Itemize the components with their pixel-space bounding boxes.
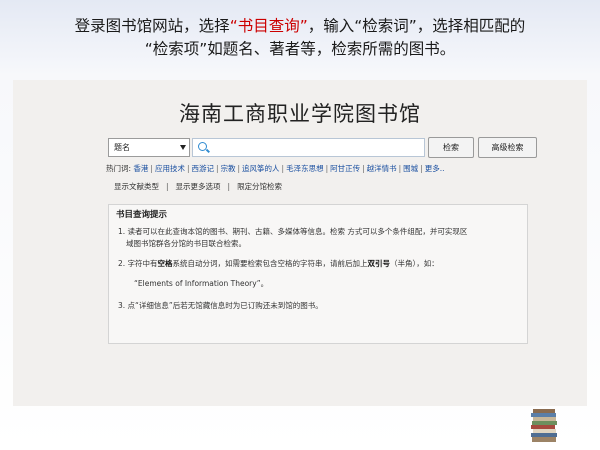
more-hot-words-link[interactable]: 更多.. xyxy=(425,164,445,173)
tip-item-3: 3. 点“详细信息”后若无馆藏信息时为已订购还未到馆的图书。 xyxy=(118,301,323,310)
book-spine xyxy=(531,425,555,429)
hot-words-label: 热门词: xyxy=(106,164,132,173)
book-spine xyxy=(533,409,555,413)
book-spine xyxy=(533,429,556,433)
book-stack-icon xyxy=(531,409,557,442)
hot-words-bar: 热门词: 香港 | 应用技术 | 西游记 | 宗教 | 追风筝的人 | 毛泽东思想 | 阿甘正传 | 越洋情… xyxy=(106,163,444,174)
search-button[interactable]: 检索 xyxy=(428,137,474,158)
search-options-bar: 显示文献类型 | 显示更多选项 | 限定分馆检索 xyxy=(114,181,282,192)
book-spine xyxy=(532,421,557,425)
search-tips-box: 书目查询提示 1. 读者可以在此查询本馆的图书、期刊、古籍、多媒体等信息。检索 … xyxy=(108,204,528,344)
library-page-panel: 海南工商职业学院图书馆 题名 检索 高级检索 热门词: 香港 | 应用技术 | 西游记 |… xyxy=(13,80,587,406)
keyword-quotes: 双引号 xyxy=(367,259,391,268)
magnifier-icon xyxy=(198,142,207,151)
hot-word-link[interactable]: 追风筝的人 xyxy=(242,164,280,173)
instruction-highlight: “书目查询” xyxy=(229,17,308,35)
tip-1-line-2: 域图书馆群各分馆的书目联合检索。 xyxy=(126,239,246,248)
hot-word-link[interactable]: 毛泽东思想 xyxy=(286,164,324,173)
hot-word-link[interactable]: 阿甘正传 xyxy=(330,164,360,173)
advanced-search-button[interactable]: 高级检索 xyxy=(478,137,537,158)
keyword-space: 空格 xyxy=(157,259,173,268)
tip-1-line-1: 1. 读者可以在此查询本馆的图书、期刊、古籍、多媒体等信息。检索 方式可以多个条… xyxy=(118,227,468,236)
book-spine xyxy=(531,413,556,417)
search-field-value: 题名 xyxy=(114,143,130,152)
hot-word-link[interactable]: 香港 xyxy=(133,164,148,173)
site-title: 海南工商职业学院图书馆 xyxy=(179,102,421,126)
separator: | xyxy=(227,182,231,191)
branch-limit-link[interactable]: 限定分馆检索 xyxy=(237,182,282,191)
hot-word-link[interactable]: 围城 xyxy=(403,164,418,173)
book-spine xyxy=(532,437,556,442)
tip-item-1: 1. 读者可以在此查询本馆的图书、期刊、古籍、多媒体等信息。检索 方式可以多个条… xyxy=(118,226,518,250)
separator: | xyxy=(166,182,169,191)
show-more-options-link[interactable]: 显示更多选项 xyxy=(176,182,221,191)
show-doc-type-link[interactable]: 显示文献类型 xyxy=(114,182,159,191)
search-field-select[interactable]: 题名 xyxy=(108,138,190,157)
hot-word-link[interactable]: 越洋情书 xyxy=(367,164,397,173)
book-spine xyxy=(533,417,556,421)
hot-word-link[interactable]: 宗教 xyxy=(221,164,236,173)
tips-title: 书目查询提示 xyxy=(116,210,168,220)
hot-word-link[interactable]: 应用技术 xyxy=(155,164,185,173)
tip-2-example: “Elements of Information Theory”。 xyxy=(134,279,269,288)
chevron-down-icon xyxy=(180,145,186,150)
book-spine xyxy=(531,433,557,437)
instruction-line-2: “检索项”如题名、著者等，检索所需的图书。 xyxy=(144,40,456,58)
search-input[interactable] xyxy=(192,138,425,157)
tip-item-2: 2. 字符中有空格系统自动分词，如需要检索包含空格的字符串，请前后加上双引号（半… xyxy=(118,258,518,290)
hot-word-link[interactable]: 西游记 xyxy=(191,164,214,173)
instruction-text: 登录图书馆网站，选择“书目查询”，输入“检索词”，选择相匹配的 “检索项”如题名… xyxy=(14,15,586,61)
instruction-line-1: 登录图书馆网站，选择“书目查询”，输入“检索词”，选择相匹配的 xyxy=(74,17,526,35)
